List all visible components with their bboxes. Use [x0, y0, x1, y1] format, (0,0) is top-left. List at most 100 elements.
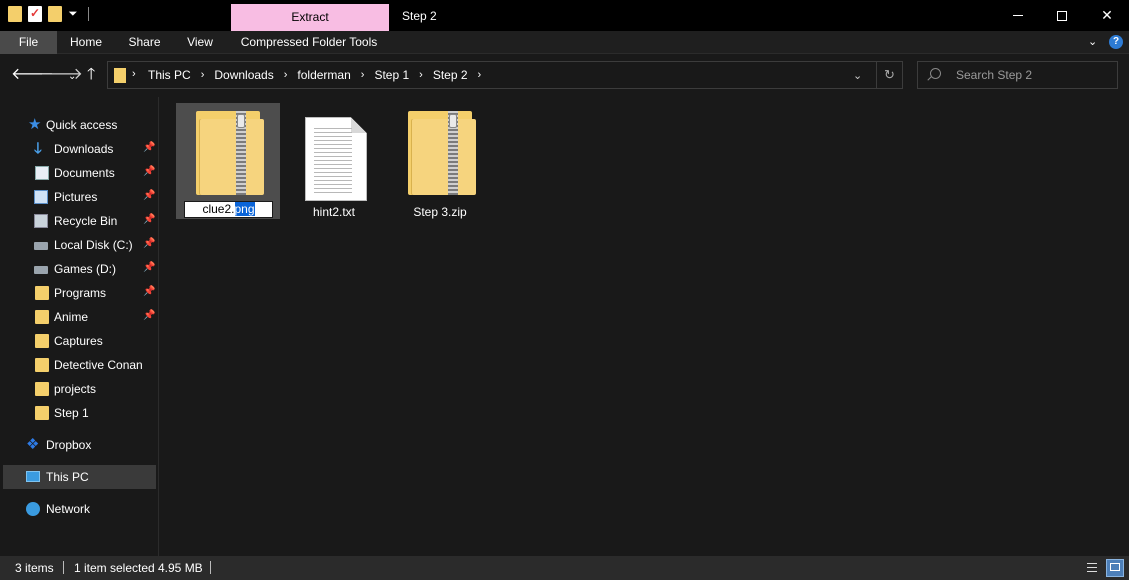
status-bar: 3 items 1 item selected 4.95 MB: [0, 556, 1129, 580]
help-icon[interactable]: ?: [1109, 35, 1123, 49]
pin-icon: 📌: [143, 262, 156, 273]
maximize-button[interactable]: [1039, 0, 1085, 31]
file-item-step3[interactable]: Step 3.zip: [388, 103, 492, 219]
sidebar-item-recycle-bin[interactable]: Recycle Bin 📌: [0, 209, 159, 233]
minimize-button[interactable]: [995, 0, 1041, 31]
details-line-shape: [1087, 563, 1097, 564]
close-icon: ✕: [1101, 7, 1113, 23]
zipper-pull-shape: [449, 114, 457, 128]
details-view-icon[interactable]: [1083, 559, 1101, 577]
recent-locations-chevron-icon[interactable]: ⌄: [68, 67, 76, 87]
sidebar-item-label: Dropbox: [46, 438, 92, 452]
sidebar-item-quick-access[interactable]: ★ Quick access: [0, 113, 159, 137]
breadcrumb-step-2[interactable]: Step 2: [431, 68, 470, 82]
address-history-chevron-icon[interactable]: ⌄: [853, 69, 862, 82]
folder-icon: [35, 382, 49, 396]
sidebar-item-label: Network: [46, 502, 91, 516]
sidebar-item-label: projects: [54, 382, 97, 396]
breadcrumb-chevron-icon[interactable]: ›: [411, 69, 431, 81]
quick-access-toolbar: ⏷: [8, 6, 89, 22]
status-divider: [63, 561, 64, 574]
ribbon-tabs: File Home Share View Compressed Folder T…: [0, 31, 1129, 54]
folder-icon[interactable]: [48, 6, 62, 22]
search-input[interactable]: [956, 62, 1111, 88]
sidebar-item-label: Games (D:): [54, 262, 117, 276]
dropbox-icon: ❖: [26, 436, 40, 453]
sidebar-item-anime[interactable]: Anime 📌: [0, 305, 159, 329]
sidebar-item-documents[interactable]: Documents 📌: [0, 161, 159, 185]
sidebar-item-local-disk[interactable]: Local Disk (C:) 📌: [0, 233, 159, 257]
download-icon: 🡓: [34, 140, 42, 157]
sidebar-item-label: Programs: [54, 286, 107, 300]
extract-context-tab[interactable]: Extract: [231, 4, 389, 31]
close-button[interactable]: ✕: [1084, 0, 1129, 31]
refresh-button[interactable]: ↻: [876, 62, 903, 88]
new-folder-icon[interactable]: [8, 6, 22, 22]
tab-home[interactable]: Home: [63, 31, 109, 54]
breadcrumb-chevron-icon[interactable]: ›: [193, 69, 213, 81]
breadcrumb-chevron-icon[interactable]: ›: [276, 69, 296, 81]
search-box[interactable]: [917, 61, 1118, 89]
details-line-shape: [1087, 567, 1097, 568]
title-bar: ⏷ Extract Step 2 ✕: [0, 0, 1129, 31]
file-item-hint2[interactable]: hint2.txt: [282, 103, 386, 219]
pin-icon: 📌: [143, 166, 156, 177]
sidebar-item-label: Pictures: [54, 190, 98, 204]
sidebar-item-label: Local Disk (C:): [54, 238, 133, 252]
window-title: Step 2: [402, 9, 437, 23]
breadcrumb-chevron-icon[interactable]: ›: [132, 68, 136, 80]
zip-folder-icon: [196, 111, 264, 195]
computer-icon: [26, 471, 40, 482]
sidebar-item-detective-conan[interactable]: Detective Conan: [0, 353, 159, 377]
navigation-pane: ★ Quick access 🡓 Downloads 📌 Documents 📌…: [0, 97, 159, 556]
large-icons-view-icon[interactable]: [1106, 559, 1124, 577]
sidebar-item-pictures[interactable]: Pictures 📌: [0, 185, 159, 209]
sidebar-item-label: Downloads: [54, 142, 114, 156]
address-bar[interactable]: › This PC › Downloads › folderman › Step…: [107, 61, 903, 89]
sidebar-item-this-pc[interactable]: This PC: [3, 465, 156, 489]
zip-folder-icon: [408, 111, 476, 195]
folder-front-shape: [200, 119, 264, 195]
sidebar-item-captures[interactable]: Captures: [0, 329, 159, 353]
pictures-icon: [34, 190, 48, 204]
sidebar-item-network[interactable]: Network: [0, 497, 159, 521]
sidebar-item-label: Detective Conan: [54, 358, 143, 372]
sidebar-item-label: Captures: [54, 334, 103, 348]
sidebar-item-label: Recycle Bin: [54, 214, 118, 228]
status-divider: [210, 561, 211, 574]
breadcrumb-chevron-icon[interactable]: ›: [353, 69, 373, 81]
forward-arrow-icon[interactable]: 🡒: [40, 65, 83, 85]
breadcrumb-this-pc[interactable]: This PC: [146, 68, 193, 82]
breadcrumb-chevron-icon[interactable]: ›: [470, 69, 490, 81]
breadcrumb-step-1[interactable]: Step 1: [372, 68, 411, 82]
breadcrumb-downloads[interactable]: Downloads: [212, 68, 275, 82]
folder-icon: [35, 358, 49, 372]
file-list[interactable]: clue2.png hint2.txt Step 3.zip: [160, 97, 1129, 556]
network-icon: [26, 502, 40, 516]
sidebar-item-games[interactable]: Games (D:) 📌: [0, 257, 159, 281]
tab-view[interactable]: View: [180, 31, 220, 54]
tab-share[interactable]: Share: [122, 31, 167, 54]
properties-icon[interactable]: [28, 6, 42, 22]
tab-compressed-folder-tools[interactable]: Compressed Folder Tools: [232, 31, 386, 54]
tab-file[interactable]: File: [0, 31, 57, 54]
sidebar-item-projects[interactable]: projects: [0, 377, 159, 401]
sidebar-item-step-1[interactable]: Step 1: [0, 401, 159, 425]
sidebar-item-dropbox[interactable]: ❖ Dropbox: [0, 433, 159, 457]
sidebar-item-programs[interactable]: Programs 📌: [0, 281, 159, 305]
minimize-icon: [1013, 15, 1023, 16]
search-icon: [930, 68, 941, 79]
maximize-icon: [1057, 10, 1067, 21]
folder-icon: [35, 406, 49, 420]
up-arrow-icon[interactable]: 🡑: [87, 65, 95, 85]
sidebar-item-downloads[interactable]: 🡓 Downloads 📌: [0, 137, 159, 161]
sidebar-item-label: Anime: [54, 310, 89, 324]
details-line-shape: [1087, 571, 1097, 572]
file-name: hint2.txt: [312, 205, 356, 219]
expand-ribbon-chevron-icon[interactable]: ⌄: [1088, 35, 1097, 48]
rename-input[interactable]: clue2.png: [184, 201, 273, 218]
sidebar-item-label: This PC: [46, 470, 89, 484]
file-item-clue2[interactable]: clue2.png: [176, 103, 280, 219]
breadcrumb-folderman[interactable]: folderman: [295, 68, 352, 82]
customize-toolbar-chevron-icon[interactable]: ⏷: [68, 8, 78, 21]
